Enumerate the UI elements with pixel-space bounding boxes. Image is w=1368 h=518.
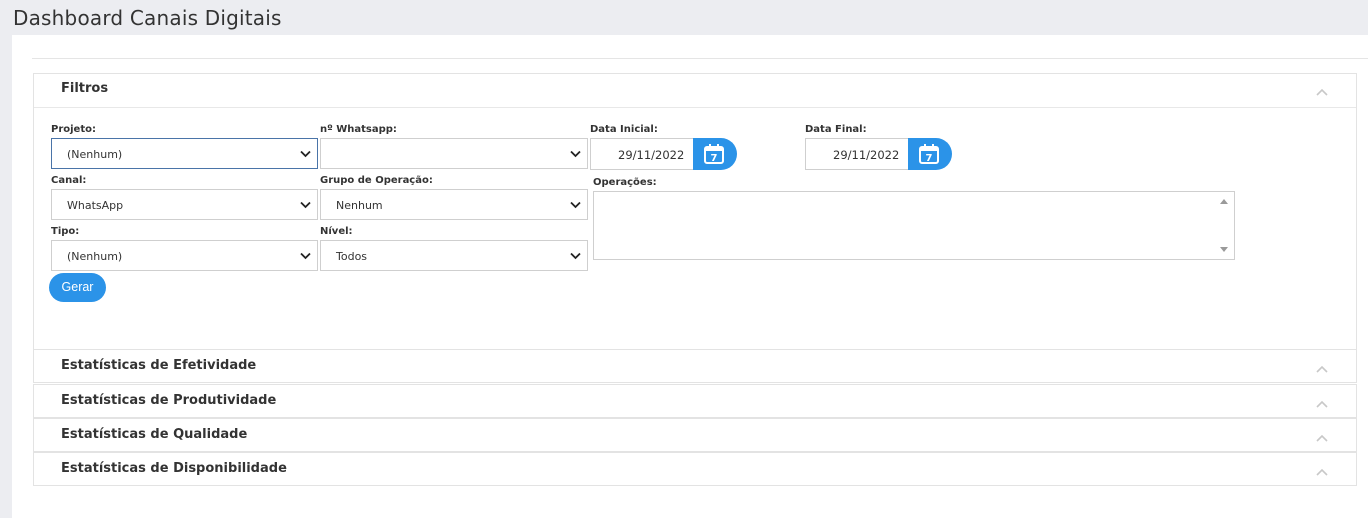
- projeto-label: Projeto:: [51, 124, 96, 135]
- chevron-down-icon: [570, 252, 581, 260]
- grupo-operacao-label: Grupo de Operação:: [320, 175, 433, 186]
- data-inicial-calendar-button[interactable]: 7: [693, 138, 737, 170]
- section-efetividade: Estatísticas de Efetividade: [33, 349, 1357, 383]
- chevron-down-icon: [570, 201, 581, 209]
- chevron-down-icon: [300, 150, 311, 158]
- divider: [32, 58, 1368, 59]
- data-final-input[interactable]: 29/11/2022: [805, 138, 909, 170]
- data-inicial-value: 29/11/2022: [618, 148, 685, 162]
- svg-text:7: 7: [926, 153, 933, 164]
- projeto-select-value: (Nenhum): [67, 148, 123, 161]
- scroll-down-icon[interactable]: [1220, 247, 1228, 253]
- chevron-up-icon[interactable]: [1316, 434, 1328, 442]
- data-final-value: 29/11/2022: [833, 148, 900, 162]
- data-final-calendar-button[interactable]: 7: [908, 138, 952, 170]
- nivel-select-value: Todos: [336, 250, 368, 263]
- tipo-label: Tipo:: [51, 226, 80, 237]
- section-qualidade-title[interactable]: Estatísticas de Qualidade: [61, 427, 247, 442]
- main-content: Filtros Projeto: (Nenhum) nº Whatsapp: D…: [12, 35, 1368, 518]
- grupo-operacao-select[interactable]: Nenhum: [320, 189, 588, 220]
- projeto-select[interactable]: (Nenhum): [51, 138, 318, 169]
- data-inicial-label: Data Inicial:: [590, 124, 658, 135]
- data-final-label: Data Final:: [805, 124, 867, 135]
- page-title: Dashboard Canais Digitais: [13, 6, 282, 30]
- chevron-down-icon: [300, 201, 311, 209]
- section-efetividade-title[interactable]: Estatísticas de Efetividade: [61, 358, 256, 373]
- operacoes-label: Operações:: [593, 177, 657, 188]
- canal-label: Canal:: [51, 175, 87, 186]
- filters-panel-title[interactable]: Filtros: [61, 81, 108, 96]
- canal-select-value: WhatsApp: [67, 199, 124, 212]
- section-produtividade: Estatísticas de Produtividade: [33, 384, 1357, 418]
- scroll-up-icon[interactable]: [1220, 198, 1228, 204]
- chevron-down-icon: [300, 252, 311, 260]
- section-disponibilidade-title[interactable]: Estatísticas de Disponibilidade: [61, 461, 287, 476]
- whatsapp-select[interactable]: [320, 138, 588, 169]
- panel-header-divider: [34, 107, 1356, 108]
- section-produtividade-title[interactable]: Estatísticas de Produtividade: [61, 393, 276, 408]
- gerar-button[interactable]: Gerar: [49, 273, 106, 302]
- whatsapp-label: nº Whatsapp:: [320, 124, 397, 135]
- calendar-icon: 7: [704, 144, 724, 164]
- chevron-down-icon: [570, 150, 581, 158]
- chevron-up-icon[interactable]: [1316, 468, 1328, 476]
- tipo-select-value: (Nenhum): [67, 250, 123, 263]
- svg-text:7: 7: [711, 153, 718, 164]
- operacoes-listbox[interactable]: [593, 191, 1235, 260]
- section-qualidade: Estatísticas de Qualidade: [33, 418, 1357, 452]
- section-disponibilidade: Estatísticas de Disponibilidade: [33, 452, 1357, 486]
- chevron-up-icon[interactable]: [1316, 365, 1328, 373]
- canal-select[interactable]: WhatsApp: [51, 189, 318, 220]
- nivel-label: Nível:: [320, 226, 353, 237]
- chevron-up-icon[interactable]: [1316, 400, 1328, 408]
- tipo-select[interactable]: (Nenhum): [51, 240, 318, 271]
- nivel-select[interactable]: Todos: [320, 240, 588, 271]
- chevron-up-icon[interactable]: [1316, 88, 1328, 96]
- data-inicial-input[interactable]: 29/11/2022: [590, 138, 694, 170]
- grupo-operacao-select-value: Nenhum: [336, 199, 383, 212]
- filters-panel: Filtros Projeto: (Nenhum) nº Whatsapp: D…: [33, 73, 1357, 350]
- calendar-icon: 7: [919, 144, 939, 164]
